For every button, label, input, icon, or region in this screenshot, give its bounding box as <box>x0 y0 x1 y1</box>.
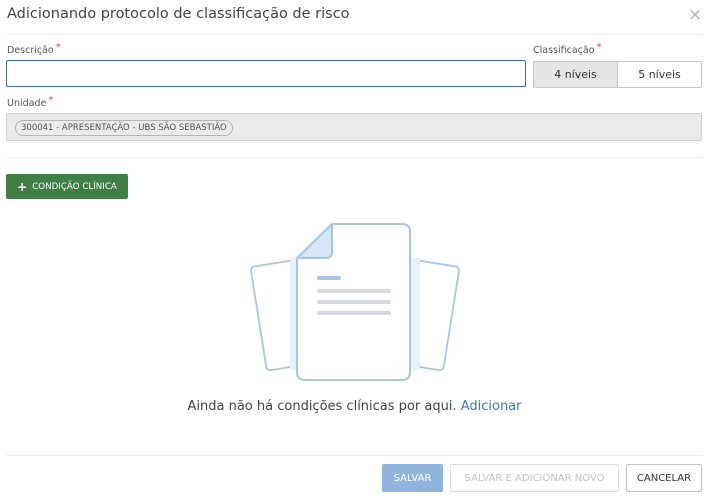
unidade-label-text: Unidade <box>7 98 47 109</box>
add-condition-label: CONDIÇÃO CLÍNICA <box>32 181 117 192</box>
plus-icon: + <box>17 179 28 194</box>
descricao-label-text: Descrição <box>7 45 54 56</box>
classificacao-label: Classificação * <box>533 42 602 56</box>
required-mark: * <box>55 42 61 53</box>
dialog-title: Adicionando protocolo de classificação d… <box>7 6 350 22</box>
save-button[interactable]: SALVAR <box>382 464 443 492</box>
save-and-add-new-button[interactable]: SALVAR E ADICIONAR NOVO <box>450 464 619 492</box>
unidade-field: 300041 - APRESENTAÇÃO - UBS SÃO SEBASTIÃ… <box>6 113 702 141</box>
add-condition-button[interactable]: + CONDIÇÃO CLÍNICA <box>6 174 128 199</box>
descricao-input[interactable] <box>6 60 526 87</box>
descricao-label: Descrição * <box>7 42 61 56</box>
classificacao-option-5-niveis[interactable]: 5 níveis <box>617 61 702 88</box>
section-divider <box>6 157 703 158</box>
empty-state-message: Ainda não há condições clínicas por aqui… <box>0 399 709 414</box>
header-divider <box>6 34 703 35</box>
add-condition-link[interactable]: Adicionar <box>461 399 522 414</box>
unidade-chip: 300041 - APRESENTAÇÃO - UBS SÃO SEBASTIÃ… <box>15 120 233 136</box>
empty-state-text: Ainda não há condições clínicas por aqui… <box>187 399 457 414</box>
unidade-label: Unidade * <box>7 95 54 109</box>
documents-illustration-icon <box>250 223 460 381</box>
required-mark: * <box>596 42 602 53</box>
add-risk-protocol-dialog: Adicionando protocolo de classificação d… <box>0 0 709 496</box>
close-icon[interactable]: × <box>688 6 702 24</box>
classificacao-label-text: Classificação <box>533 45 595 56</box>
required-mark: * <box>48 95 54 106</box>
cancel-button[interactable]: CANCELAR <box>626 464 702 492</box>
footer-divider <box>6 455 703 456</box>
classificacao-option-4-niveis[interactable]: 4 níveis <box>533 61 618 88</box>
